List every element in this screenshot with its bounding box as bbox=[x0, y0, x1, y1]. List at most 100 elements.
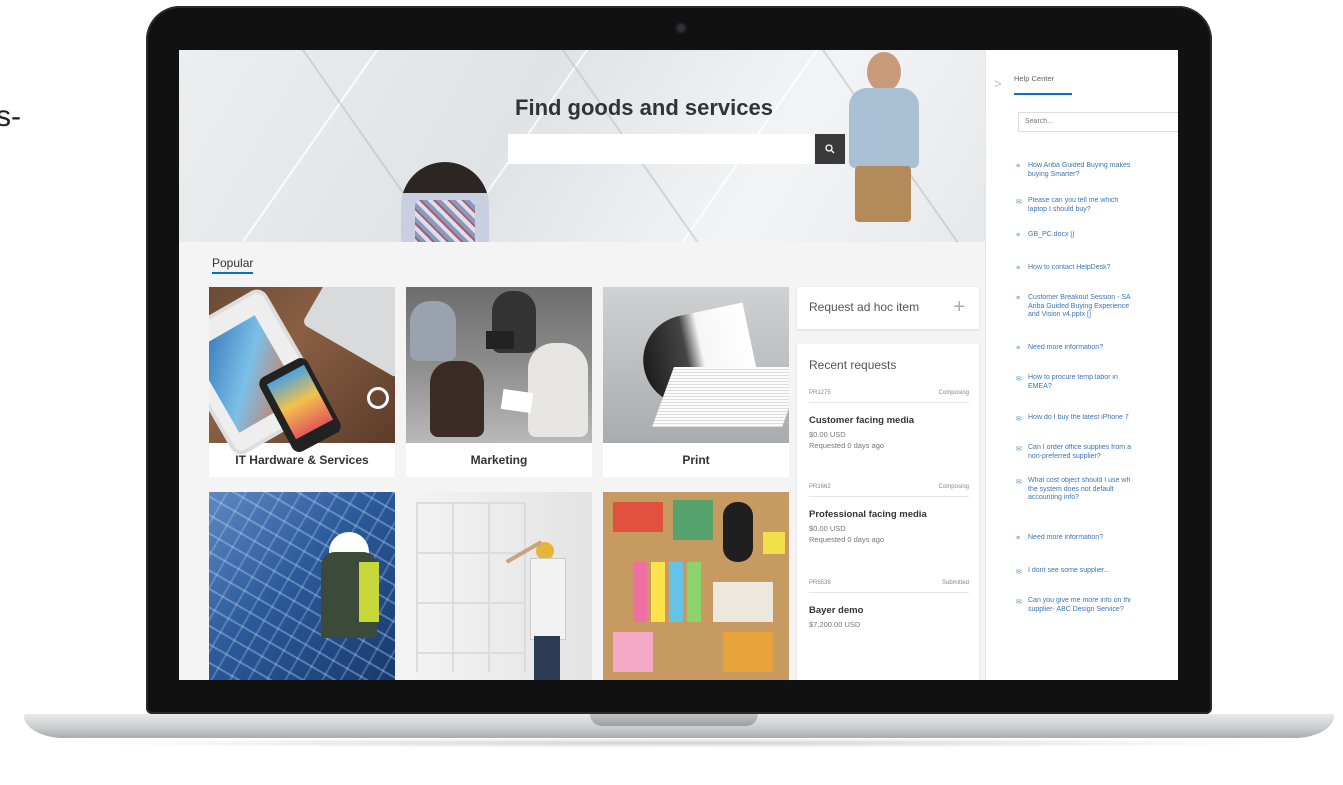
help-item-line: laptop I should buy? bbox=[1028, 205, 1091, 213]
help-item-line: Need more information? bbox=[1028, 344, 1104, 351]
tile-label: Print bbox=[682, 453, 710, 467]
help-item-line: buying Smarter? bbox=[1028, 170, 1080, 178]
category-tile-print[interactable]: Print bbox=[603, 287, 789, 477]
help-item[interactable]: ≡ GB_PC.docx [] bbox=[1016, 231, 1074, 240]
help-item-text: I dont see some supplier... bbox=[1028, 567, 1110, 576]
hero-person-left bbox=[401, 162, 489, 242]
request-item[interactable]: PR1275 Composing Customer facing media $0… bbox=[809, 390, 969, 451]
solar-panel-worker-photo bbox=[209, 492, 395, 680]
hero-title: Find goods and services bbox=[515, 95, 773, 120]
help-item[interactable]: ✉ Can you give me more info on thi supplie… bbox=[1016, 597, 1131, 614]
help-item-line: Please can you tell me which bbox=[1028, 197, 1119, 204]
collapse-chevron-icon[interactable]: > bbox=[994, 76, 1002, 91]
request-status: Submitted bbox=[941, 580, 969, 586]
tile-label: IT Hardware & Services bbox=[235, 453, 369, 467]
help-item[interactable]: ≡ Need more information? bbox=[1016, 344, 1103, 353]
help-item[interactable]: ✉ Can I order office supplies from a non-p… bbox=[1016, 444, 1131, 461]
help-item-line: Customer Breakout Session - SA bbox=[1028, 294, 1131, 301]
help-item-text: How to procure temp labor in EMEA? bbox=[1028, 374, 1118, 391]
help-item-line: and Vision v4.pptx [] bbox=[1028, 311, 1091, 318]
laptop-notch bbox=[590, 714, 758, 726]
request-date: Requested 0 days ago bbox=[809, 535, 885, 544]
chat-icon: ✉ bbox=[1016, 376, 1022, 383]
chat-icon: ✉ bbox=[1016, 569, 1022, 576]
document-icon: ≡ bbox=[1016, 345, 1021, 352]
help-item[interactable]: ✉ How do I buy the latest iPhone 7 bbox=[1016, 414, 1129, 423]
request-id: PR1275 bbox=[809, 390, 831, 396]
request-status: Composing bbox=[938, 390, 969, 396]
help-item-line: What cost object should I use wh bbox=[1028, 477, 1131, 484]
help-item-line: Can I order office supplies from a bbox=[1028, 444, 1131, 451]
recent-requests-heading: Recent requests bbox=[809, 358, 897, 372]
request-title: Bayer demo bbox=[809, 605, 864, 616]
chat-icon: ✉ bbox=[1016, 416, 1022, 423]
help-item-text: Need more information? bbox=[1028, 344, 1103, 353]
help-item-line: How to contact HelpDesk? bbox=[1028, 264, 1111, 271]
help-item-line: Need more information? bbox=[1028, 534, 1104, 541]
search-button[interactable] bbox=[815, 134, 845, 164]
help-item[interactable]: ≡ Customer Breakout Session - SA Ariba Gui… bbox=[1016, 294, 1131, 320]
help-search-input[interactable] bbox=[1018, 112, 1178, 132]
help-item[interactable]: ✉ Please can you tell me which laptop I sh… bbox=[1016, 197, 1118, 214]
catalog-search-input[interactable] bbox=[508, 134, 814, 164]
category-tile-marketing[interactable]: Marketing bbox=[406, 287, 592, 477]
help-item-line: GB_PC.docx [] bbox=[1028, 231, 1075, 238]
help-item-text: Please can you tell me which laptop I sho… bbox=[1028, 197, 1118, 214]
request-id: PR1662 bbox=[809, 484, 831, 490]
chat-icon: ✉ bbox=[1016, 479, 1022, 486]
search-icon bbox=[825, 144, 835, 154]
help-item[interactable]: ≡ Need more information? bbox=[1016, 534, 1103, 543]
document-icon: ≡ bbox=[1016, 232, 1021, 239]
help-item[interactable]: ≡ How to contact HelpDesk? bbox=[1016, 264, 1110, 273]
help-item-text: How Ariba Guided Buying makes buying Smar… bbox=[1028, 162, 1130, 179]
help-item-line: I dont see some supplier... bbox=[1028, 567, 1110, 574]
help-item-text: Customer Breakout Session - SA Ariba Guid… bbox=[1028, 294, 1131, 320]
plus-icon[interactable]: + bbox=[953, 296, 965, 319]
help-item-line: Ariba Guided Buying Experience bbox=[1028, 302, 1130, 310]
laptop-shadow bbox=[60, 738, 1300, 748]
request-date: Requested 0 days ago bbox=[809, 441, 885, 450]
request-status: Composing bbox=[938, 484, 969, 490]
help-item[interactable]: ≡ How Ariba Guided Buying makes buying Sma… bbox=[1016, 162, 1130, 179]
request-id: PR6536 bbox=[809, 580, 831, 586]
document-icon: ≡ bbox=[1016, 265, 1021, 272]
help-item-line: non-preferred supplier? bbox=[1028, 452, 1101, 460]
help-item[interactable]: ✉ What cost object should I use wh the sys… bbox=[1016, 477, 1130, 503]
category-tile-facilities[interactable] bbox=[406, 492, 592, 680]
document-icon: ≡ bbox=[1016, 295, 1021, 302]
request-item[interactable]: PR6536 Submitted Bayer demo $7,200.00 USD bbox=[809, 580, 969, 630]
chat-icon: ✉ bbox=[1016, 199, 1022, 206]
business-meeting-photo bbox=[406, 287, 592, 443]
laptop-screen: Find goods and services Popular IT Hardw… bbox=[179, 50, 1178, 680]
help-item-text: Can you give me more info on thi supplier… bbox=[1028, 597, 1131, 614]
help-item-line: Can you give me more info on thi bbox=[1028, 597, 1131, 604]
help-item-line: How Ariba Guided Buying makes bbox=[1028, 162, 1131, 169]
request-ad-hoc-item-card[interactable]: Request ad hoc item + bbox=[797, 287, 979, 329]
category-tile-office-supplies[interactable] bbox=[603, 492, 789, 680]
webcam bbox=[677, 24, 685, 32]
tablet-phone-laptop-photo bbox=[209, 287, 395, 455]
request-amount: $7,200.00 USD bbox=[809, 620, 861, 629]
request-item[interactable]: PR1662 Composing Professional facing medi… bbox=[809, 484, 969, 545]
office-supplies-photo bbox=[603, 492, 789, 680]
hero-banner: Find goods and services bbox=[179, 50, 1015, 242]
help-item-text: Can I order office supplies from a non-pr… bbox=[1028, 444, 1131, 461]
category-tile-it-hardware[interactable]: IT Hardware & Services bbox=[209, 287, 395, 477]
help-center-tab[interactable]: Help Center bbox=[1014, 74, 1072, 95]
hero-person-right bbox=[841, 52, 925, 222]
help-item[interactable]: ✉ I dont see some supplier... bbox=[1016, 567, 1110, 576]
chat-icon: ✉ bbox=[1016, 446, 1022, 453]
request-title: Customer facing media bbox=[809, 415, 915, 426]
help-item[interactable]: ✉ How to procure temp labor in EMEA? bbox=[1016, 374, 1118, 391]
help-center-panel: > Help Center ≡ How Ariba Guided Buying m… bbox=[985, 50, 1178, 680]
tab-popular[interactable]: Popular bbox=[212, 256, 254, 274]
edge-text-fragment: s- bbox=[0, 100, 21, 133]
help-item-text: What cost object should I use wh the syst… bbox=[1028, 477, 1130, 503]
help-item-line: EMEA? bbox=[1028, 382, 1052, 390]
request-amount: $0.00 USD bbox=[809, 524, 846, 533]
document-icon: ≡ bbox=[1016, 535, 1021, 542]
help-item-line: the system does not default bbox=[1028, 485, 1114, 493]
ad-hoc-label: Request ad hoc item bbox=[809, 300, 920, 314]
request-amount: $0.00 USD bbox=[809, 430, 846, 439]
category-tile-energy[interactable] bbox=[209, 492, 395, 680]
